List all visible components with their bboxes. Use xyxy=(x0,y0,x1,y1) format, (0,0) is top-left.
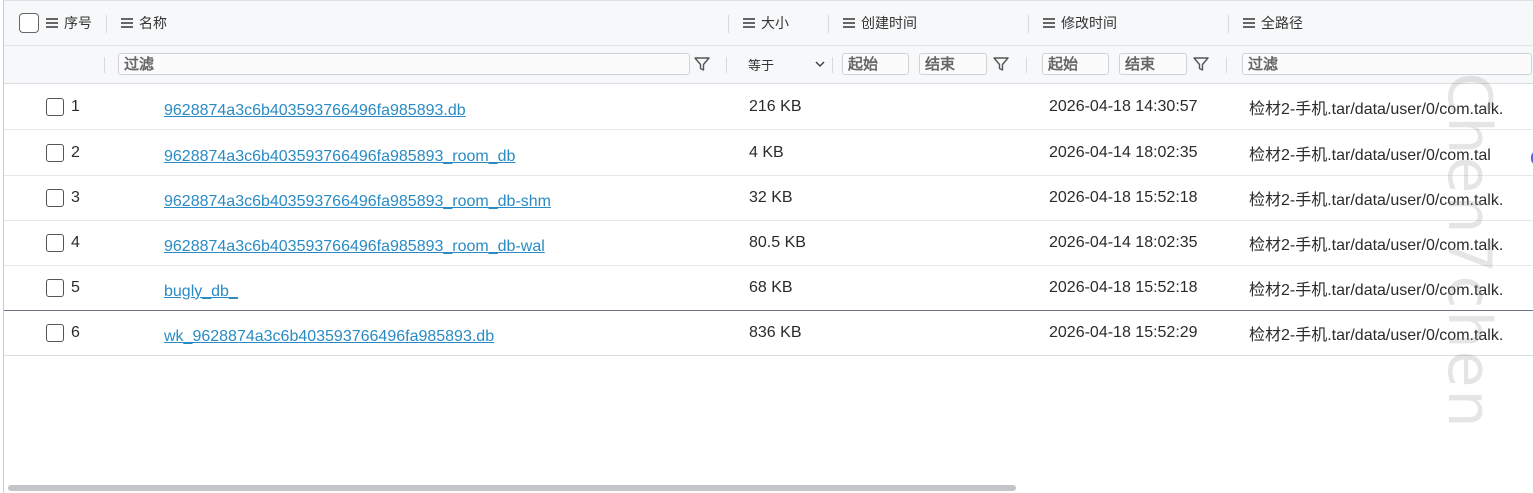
column-header-index[interactable]: 序号 xyxy=(46,1,92,45)
row-checkbox[interactable] xyxy=(46,143,64,162)
file-modified-time: 2026-04-18 14:30:57 xyxy=(1049,97,1198,115)
row-index: 1 xyxy=(71,97,80,115)
file-full-path: 检材2-手机.tar/data/user/0/com.talk. xyxy=(1249,281,1504,299)
ctime-end-input[interactable] xyxy=(919,53,987,75)
row-checkbox[interactable] xyxy=(46,233,64,252)
file-size: 32 KB xyxy=(749,188,793,206)
column-header-name[interactable]: 名称 xyxy=(121,1,167,45)
file-size: 68 KB xyxy=(749,278,793,296)
table-row[interactable]: 5 bugly_db_ 68 KB 2026-04-18 15:52:18 检材… xyxy=(4,265,1533,311)
funnel-icon[interactable] xyxy=(1192,55,1210,73)
name-filter-input[interactable] xyxy=(118,53,690,75)
file-full-path: 检材2-手机.tar/data/user/0/com.talk. xyxy=(1249,191,1504,209)
file-full-path: 检材2-手机.tar/data/user/0/com.talk. xyxy=(1249,100,1504,118)
column-header-size[interactable]: 大小 xyxy=(743,1,789,45)
funnel-icon[interactable] xyxy=(693,55,711,73)
column-header-mtime[interactable]: 修改时间 xyxy=(1043,1,1117,45)
mtime-end-input[interactable] xyxy=(1119,53,1187,75)
row-checkbox[interactable] xyxy=(46,278,64,297)
row-index: 5 xyxy=(71,278,80,296)
file-size: 836 KB xyxy=(749,323,802,341)
file-full-path: 检材2-手机.tar/data/user/0/com.tal xyxy=(1249,146,1491,164)
column-resizer[interactable] xyxy=(728,15,729,33)
select-all-checkbox-cell[interactable] xyxy=(19,1,39,45)
filter-row: 等于 xyxy=(4,46,1533,84)
column-menu-icon[interactable] xyxy=(843,18,855,28)
file-name-link[interactable]: 9628874a3c6b403593766496fa985893_room_db xyxy=(164,130,515,179)
row-index-cell: 2 xyxy=(46,130,80,175)
column-header-label: 全路径 xyxy=(1261,15,1303,31)
file-size: 216 KB xyxy=(749,97,802,115)
filter-divider xyxy=(726,57,727,73)
table-row[interactable]: 6 wk_9628874a3c6b403593766496fa985893.db… xyxy=(4,310,1533,356)
row-index: 6 xyxy=(71,323,80,341)
table-row[interactable]: 4 9628874a3c6b403593766496fa985893_room_… xyxy=(4,220,1533,266)
row-index-cell: 4 xyxy=(46,220,80,265)
row-index-cell: 5 xyxy=(46,265,80,310)
filter-divider xyxy=(1026,57,1027,73)
column-header-label: 大小 xyxy=(761,15,789,31)
funnel-icon[interactable] xyxy=(992,55,1010,73)
row-index-cell: 1 xyxy=(46,84,80,129)
scrollbar-thumb[interactable] xyxy=(8,485,1016,491)
row-index: 4 xyxy=(71,233,80,251)
row-checkbox[interactable] xyxy=(46,323,64,342)
column-menu-icon[interactable] xyxy=(743,18,755,28)
row-checkbox[interactable] xyxy=(46,97,64,116)
column-resizer[interactable] xyxy=(1228,15,1229,33)
file-name-link[interactable]: bugly_db_ xyxy=(164,265,238,314)
file-modified-time: 2026-04-18 15:52:18 xyxy=(1049,278,1198,296)
table-row[interactable]: 2 9628874a3c6b403593766496fa985893_room_… xyxy=(4,130,1533,176)
column-menu-icon[interactable] xyxy=(1243,18,1255,28)
file-modified-time: 2026-04-14 18:02:35 xyxy=(1049,143,1198,161)
size-operator-value: 等于 xyxy=(748,57,775,73)
column-header-label: 序号 xyxy=(64,15,92,31)
mtime-start-input[interactable] xyxy=(1042,53,1109,75)
filter-divider xyxy=(832,57,833,73)
select-all-checkbox[interactable] xyxy=(19,13,39,33)
table-row[interactable]: 1 9628874a3c6b403593766496fa985893.db 21… xyxy=(4,84,1533,130)
file-modified-time: 2026-04-18 15:52:18 xyxy=(1049,188,1198,206)
column-resizer[interactable] xyxy=(1028,15,1029,33)
file-name-link[interactable]: wk_9628874a3c6b403593766496fa985893.db xyxy=(164,310,494,359)
file-modified-time: 2026-04-14 18:02:35 xyxy=(1049,233,1198,251)
file-full-path: 检材2-手机.tar/data/user/0/com.talk. xyxy=(1249,236,1504,254)
column-resizer[interactable] xyxy=(106,15,107,33)
file-size: 4 KB xyxy=(749,143,784,161)
size-operator-select[interactable]: 等于 xyxy=(741,53,829,75)
column-header-label: 创建时间 xyxy=(861,15,917,31)
column-menu-icon[interactable] xyxy=(121,18,133,28)
file-name-link[interactable]: 9628874a3c6b403593766496fa985893_room_db… xyxy=(164,220,545,269)
table-row[interactable]: 3 9628874a3c6b403593766496fa985893_room_… xyxy=(4,175,1533,221)
row-checkbox[interactable] xyxy=(46,188,64,207)
column-header-label: 修改时间 xyxy=(1061,15,1117,31)
column-header-ctime[interactable]: 创建时间 xyxy=(843,1,917,45)
column-header-path[interactable]: 全路径 xyxy=(1243,1,1303,45)
ctime-start-input[interactable] xyxy=(842,53,909,75)
file-name-link[interactable]: 9628874a3c6b403593766496fa985893_room_db… xyxy=(164,175,551,224)
row-index: 3 xyxy=(71,188,80,206)
file-table: 序号 名称 大小 创建时间 修改时间 全路径 过滤 等于 起始 结束 起始 结束… xyxy=(3,0,1533,493)
filter-divider xyxy=(104,57,105,73)
filter-divider xyxy=(1226,57,1227,73)
file-size: 80.5 KB xyxy=(749,233,806,251)
column-header-label: 名称 xyxy=(139,15,167,31)
row-index: 2 xyxy=(71,143,80,161)
row-index-cell: 6 xyxy=(46,310,80,355)
chevron-down-icon xyxy=(815,61,825,68)
table-header: 序号 名称 大小 创建时间 修改时间 全路径 xyxy=(4,1,1533,46)
column-menu-icon[interactable] xyxy=(1043,18,1055,28)
file-modified-time: 2026-04-18 15:52:29 xyxy=(1049,323,1198,341)
file-name-link[interactable]: 9628874a3c6b403593766496fa985893.db xyxy=(164,84,466,133)
column-menu-icon[interactable] xyxy=(46,18,58,28)
row-index-cell: 3 xyxy=(46,175,80,220)
file-full-path: 检材2-手机.tar/data/user/0/com.talk. xyxy=(1249,326,1504,344)
path-filter-input[interactable] xyxy=(1242,53,1532,75)
column-resizer[interactable] xyxy=(828,15,829,33)
